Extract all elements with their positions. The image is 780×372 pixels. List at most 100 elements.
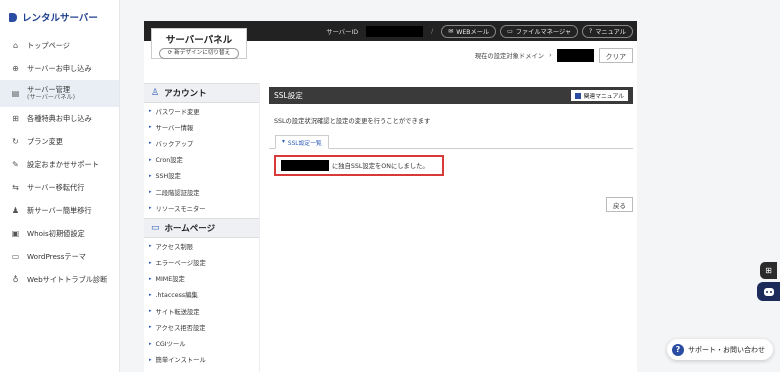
chevron-right-icon: ▸ bbox=[149, 275, 152, 282]
sidebar-item-8[interactable]: ▣ Whois初期値設定 bbox=[0, 222, 119, 245]
menu-item[interactable]: ▸ Cron設定 bbox=[144, 152, 259, 168]
folder-icon: ▭ bbox=[507, 27, 513, 35]
menu-item-label: CGIツール bbox=[155, 341, 186, 349]
chevron-right-icon: ▸ bbox=[149, 243, 152, 250]
user-move-icon: ♟ bbox=[11, 206, 20, 215]
account-heading-label: アカウント bbox=[164, 89, 207, 99]
menu-item[interactable]: ▸ .htaccess編集 bbox=[144, 287, 259, 303]
menu-item-label: 簡単インストール bbox=[155, 357, 206, 365]
tab-ssl-list[interactable]: ▾ SSL設定一覧 bbox=[275, 135, 329, 149]
server-panel: サーバーID / ✉ WEBメール ▭ ファイルマネージャ? マニュアル サーバーパネル… bbox=[144, 21, 637, 372]
sidebar-item-label: サーバーお申し込み bbox=[27, 63, 92, 73]
related-manual-label: 関連マニュアル bbox=[583, 94, 624, 100]
menu-item-label: .htaccess編集 bbox=[155, 292, 198, 300]
menu-item[interactable]: ▸ パスワード変更 bbox=[144, 103, 259, 119]
menu-item-label: リソースモニター bbox=[155, 205, 206, 213]
chevron-down-icon: ▾ bbox=[282, 139, 285, 145]
back-button[interactable]: 戻る bbox=[606, 197, 633, 212]
menu-item[interactable]: ▸ 簡単インストール bbox=[144, 352, 259, 368]
related-manual-button[interactable]: 関連マニュアル bbox=[570, 90, 628, 101]
sidebar-item-5[interactable]: ✎ 設定おまかせサポート bbox=[0, 153, 119, 176]
sidebar-item-sublabel: (サーバーパネル) bbox=[27, 94, 76, 102]
separator: / bbox=[431, 27, 434, 35]
chevron-right-icon: ▸ bbox=[149, 108, 152, 115]
tab-bar: ▾ SSL設定一覧 bbox=[269, 134, 633, 149]
topbar-button-2[interactable]: ? マニュアル bbox=[582, 24, 633, 38]
sidebar-item-9[interactable]: ▭ WordPressテーマ bbox=[0, 245, 119, 268]
support-label: サポート・お問い合わせ bbox=[688, 345, 765, 354]
sidebar-item-4[interactable]: ↻ プラン変更 bbox=[0, 130, 119, 153]
menu-item[interactable]: ▸ バックアップ bbox=[144, 135, 259, 151]
home-icon: ⌂ bbox=[12, 41, 19, 50]
chevron-right-icon: ▸ bbox=[149, 356, 152, 363]
menu-item-label: アクセス制限 bbox=[155, 243, 193, 251]
gift-icon: ⊞ bbox=[12, 114, 19, 123]
sidebar-item-10[interactable]: ♁ Webサイトトラブル診断 bbox=[0, 268, 119, 291]
server-id-label: サーバーID bbox=[326, 28, 359, 36]
sidebar-item-label: Whois初期値設定 bbox=[27, 228, 85, 238]
switch-design-button[interactable]: ⟳ 新デザインに切り替え bbox=[159, 48, 239, 59]
domain-selector: 現在の設定対象ドメイン › クリア bbox=[475, 48, 633, 63]
clear-button[interactable]: クリア bbox=[598, 48, 633, 63]
ssl-content: SSL設定 関連マニュアル SSLの設定状況確認と設定の変更を行うことができます… bbox=[269, 87, 633, 212]
logo[interactable]: レンタルサーバー bbox=[0, 0, 119, 34]
menu-item[interactable]: ▸ 二段階認証設定 bbox=[144, 184, 259, 200]
logo-icon bbox=[9, 12, 17, 22]
sidebar-item-0[interactable]: ⌂ トップページ bbox=[0, 34, 119, 57]
chatbot-button[interactable] bbox=[757, 282, 780, 301]
apps-icon[interactable]: ⊞ bbox=[760, 262, 777, 279]
chevron-right-icon: ▸ bbox=[149, 324, 152, 331]
chevron-right-icon: ▸ bbox=[149, 291, 152, 298]
chevron-right-icon: ▸ bbox=[149, 340, 152, 347]
homepage-heading: ▭ ホームページ bbox=[144, 218, 259, 239]
chevron-right-icon: ▸ bbox=[149, 259, 152, 266]
sidebar-item-label: プラン変更 bbox=[27, 136, 63, 146]
menu-item[interactable]: ▸ エラーページ設定 bbox=[144, 255, 259, 271]
sidebar-item-1[interactable]: ⊕ サーバーお申し込み bbox=[0, 57, 119, 80]
topbar-button-label: WEBメール bbox=[456, 28, 490, 36]
sidebar-item-2[interactable]: ▤ サーバー管理 (サーバーパネル) bbox=[0, 80, 119, 107]
server-id-redacted bbox=[366, 25, 424, 37]
bot-icon bbox=[763, 287, 774, 296]
panel-title: サーバーパネル bbox=[165, 35, 233, 46]
sidebar-item-6[interactable]: ⇆ サーバー移転代行 bbox=[0, 176, 119, 199]
plus-circle-icon: ⊕ bbox=[12, 64, 19, 73]
menu-item-label: MIME設定 bbox=[155, 276, 185, 284]
menu-item[interactable]: ▸ MIME設定 bbox=[144, 271, 259, 287]
user-icon: ♙ bbox=[151, 88, 160, 98]
menu-item-label: パスワード変更 bbox=[155, 108, 200, 116]
domain-redacted bbox=[281, 160, 329, 171]
sidebar-item-label: WordPressテーマ bbox=[27, 251, 86, 261]
sidebar-item-label: トップページ bbox=[27, 40, 70, 50]
chevron-right-icon: ▸ bbox=[149, 189, 152, 196]
sidebar-item-label: サーバー移転代行 bbox=[27, 182, 85, 192]
menu-item[interactable]: ▸ リソースモニター bbox=[144, 200, 259, 216]
wrench-icon: ✎ bbox=[12, 160, 19, 169]
menu-item[interactable]: ▸ CGIツール bbox=[144, 335, 259, 351]
book-icon bbox=[574, 92, 581, 99]
sidebar-item-3[interactable]: ⊞ 各種特典お申し込み bbox=[0, 107, 119, 130]
refresh-icon: ↻ bbox=[12, 137, 19, 146]
menu-item[interactable]: ▸ SSH設定 bbox=[144, 168, 259, 184]
chevron-right-icon: ▸ bbox=[149, 172, 152, 179]
question-icon: ? bbox=[672, 343, 684, 356]
menu-item-label: アクセス拒否設定 bbox=[155, 324, 206, 332]
sidebar-item-label: Webサイトトラブル診断 bbox=[27, 274, 108, 284]
menu-item-label: SSH設定 bbox=[155, 173, 181, 181]
sidebar-item-label: 新サーバー簡単移行 bbox=[27, 205, 92, 215]
chevron-right-icon: ▸ bbox=[149, 140, 152, 147]
mail-icon: ✉ bbox=[448, 27, 454, 35]
menu-item-label: サーバー情報 bbox=[155, 124, 194, 132]
support-button[interactable]: ? サポート・お問い合わせ bbox=[667, 339, 773, 360]
menu-item[interactable]: ▸ サイト転送設定 bbox=[144, 303, 259, 319]
server-icon: ▤ bbox=[11, 89, 20, 98]
topbar-button-label: マニュアル bbox=[595, 28, 626, 36]
success-message-text: に独自SSL設定をONにしました。 bbox=[332, 163, 429, 170]
menu-item[interactable]: ▸ アクセス拒否設定 bbox=[144, 319, 259, 335]
topbar-button-0[interactable]: ✉ WEBメール bbox=[441, 24, 497, 38]
menu-item[interactable]: ▸ サーバー情報 bbox=[144, 119, 259, 135]
menu-item[interactable]: ▸ アクセス制限 bbox=[144, 238, 259, 254]
topbar-button-1[interactable]: ▭ ファイルマネージャ bbox=[500, 24, 579, 38]
domain-redacted bbox=[556, 49, 594, 62]
sidebar-item-7[interactable]: ♟ 新サーバー簡単移行 bbox=[0, 199, 119, 222]
